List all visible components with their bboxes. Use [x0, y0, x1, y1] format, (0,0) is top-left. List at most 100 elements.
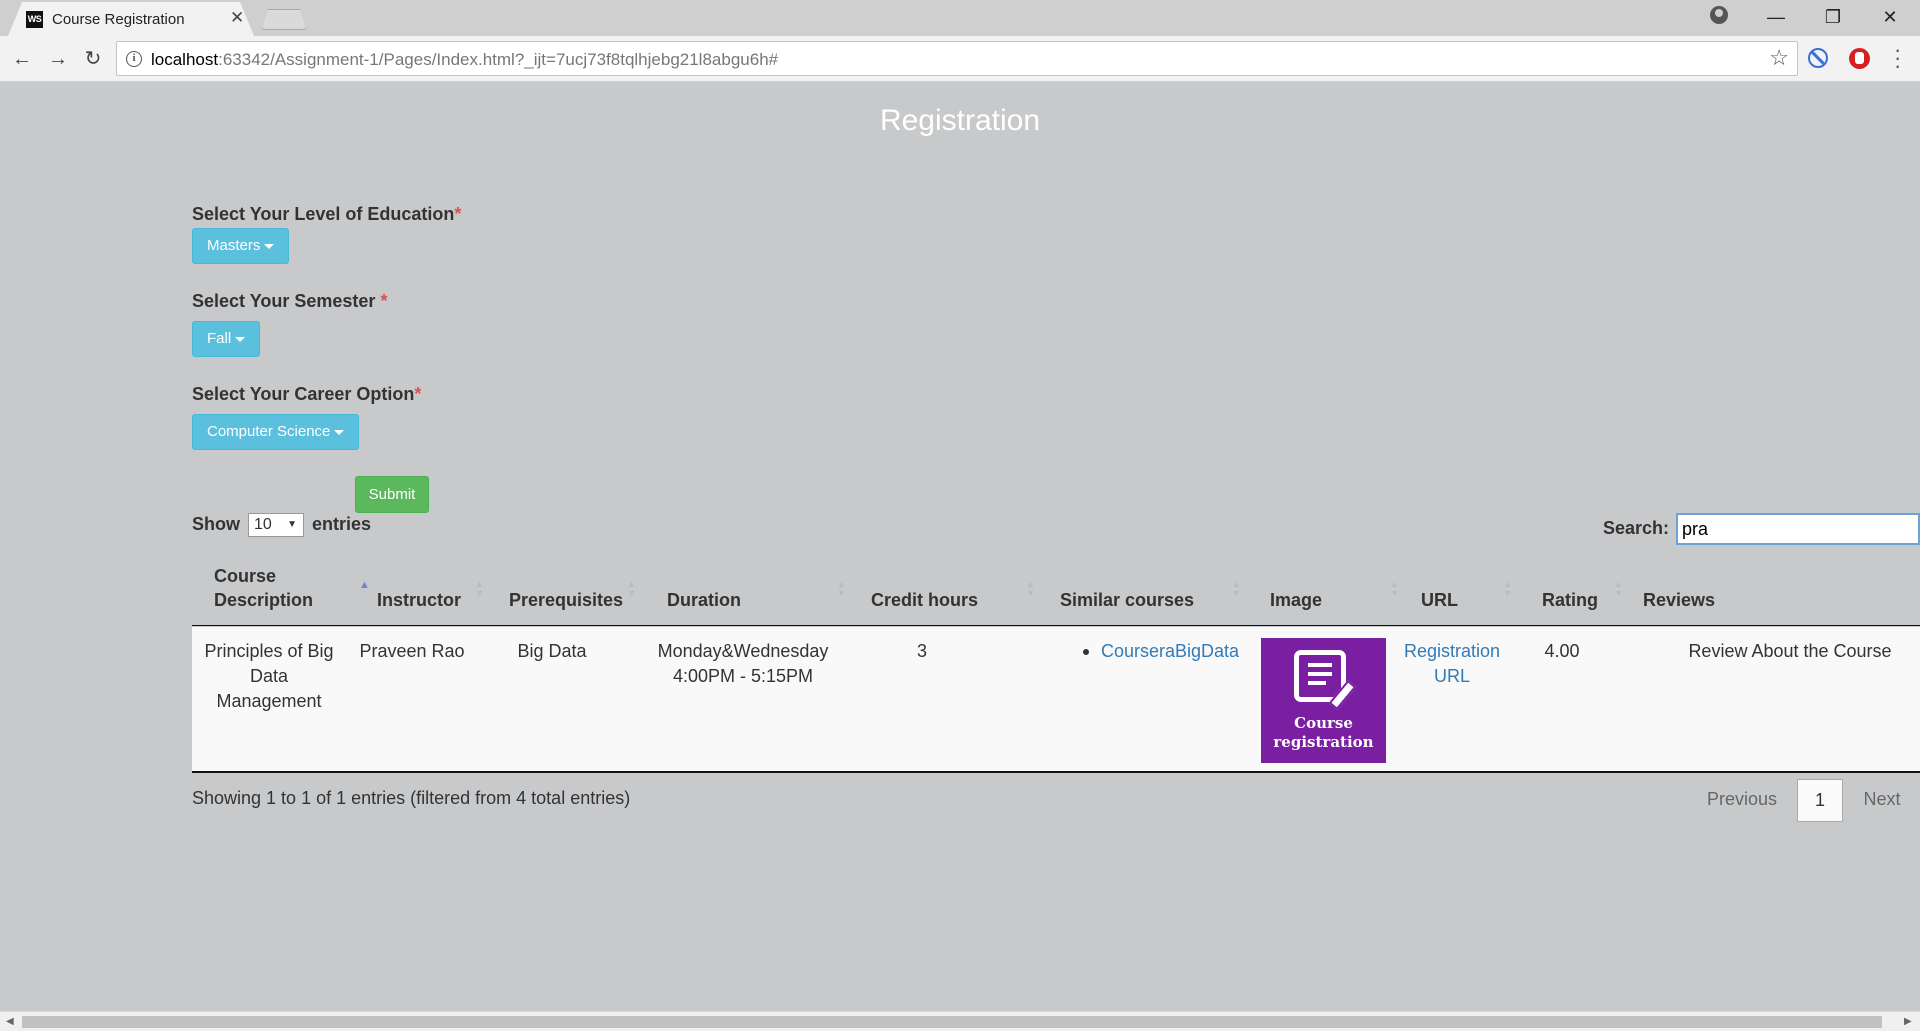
header-instructor-label: Instructor [377, 590, 462, 610]
semester-label-text: Select Your Semester [192, 291, 381, 311]
sort-icon: ▲ ▼ [1232, 579, 1241, 598]
caret-down-icon [264, 243, 275, 249]
header-instructor[interactable]: Instructor ▲ ▼ [377, 560, 487, 626]
red-extension-icon[interactable] [1849, 48, 1870, 69]
header-reviews-label: Reviews [1643, 590, 1716, 610]
education-dropdown-value: Masters [207, 237, 261, 254]
career-dropdown[interactable]: Computer Science [192, 414, 360, 450]
caret-down-icon [235, 336, 246, 342]
webstorm-favicon-icon: WS [26, 11, 43, 28]
header-course-description[interactable]: Course Description ▲ [214, 560, 370, 626]
career-dropdown-value: Computer Science [207, 423, 331, 440]
cell-credit-hours: 3 [916, 641, 927, 661]
url-text[interactable]: localhost:63342/Assignment-1/Pages/Index… [151, 50, 778, 70]
select-arrow-icon: ▼ [287, 519, 298, 530]
sort-icon: ▲ ▼ [475, 579, 484, 598]
browser-menu-icon[interactable]: · · · [1894, 39, 1901, 77]
table-row: Principles of Big Data Management Pravee… [192, 627, 1920, 773]
browser-toolbar: ← → ↻ i localhost:63342/Assignment-1/Pag… [0, 36, 1920, 82]
required-asterisk: * [414, 384, 422, 404]
profile-icon[interactable] [1710, 6, 1728, 24]
show-label: Show [192, 513, 240, 534]
entries-select-value: 10 [254, 516, 272, 533]
header-credit-hours[interactable]: Credit hours ▲ ▼ [871, 560, 1036, 626]
header-prerequisites-label: Prerequisites [509, 590, 624, 610]
restore-button[interactable]: ❐ [1813, 4, 1853, 30]
image-caption-registration: registration [1273, 733, 1374, 751]
browser-tab[interactable]: WS Course Registration ✕ [8, 2, 254, 36]
entries-label: entries [312, 513, 372, 534]
header-reviews[interactable]: Reviews [1643, 560, 1783, 626]
header-credit-hours-label: Credit hours [871, 590, 979, 610]
header-duration[interactable]: Duration ▲ ▼ [667, 560, 847, 626]
similar-course-link[interactable]: CourseraBigData [1101, 641, 1239, 661]
search-input[interactable]: pra [1676, 513, 1920, 545]
url-host: localhost [151, 50, 219, 69]
next-page-button[interactable]: Next [1856, 779, 1908, 822]
semester-dropdown-value: Fall [207, 330, 232, 347]
education-dropdown[interactable]: Masters [192, 228, 290, 264]
sort-asc-icon: ▲ [359, 579, 370, 591]
caret-down-icon [334, 429, 345, 435]
info-icon[interactable]: i [126, 51, 142, 67]
page-1-button[interactable]: 1 [1797, 779, 1843, 822]
header-image-label: Image [1270, 590, 1323, 610]
blocker-extension-icon[interactable] [1808, 48, 1828, 68]
address-bar[interactable]: i localhost:63342/Assignment-1/Pages/Ind… [116, 41, 1798, 76]
table-header-row: Course Description ▲ Instructor ▲ ▼ Prere… [192, 560, 1920, 626]
course-registration-image: Course registration [1261, 638, 1386, 763]
cell-reviews: Review About the Course [1688, 641, 1892, 661]
sort-icon: ▲ ▼ [1614, 579, 1623, 598]
semester-dropdown[interactable]: Fall [192, 321, 261, 357]
entries-length-control: Show 10 ▼ entries [192, 513, 371, 537]
header-url-label: URL [1421, 590, 1458, 610]
submit-button[interactable]: Submit [355, 476, 429, 513]
cell-similar-courses: CourseraBigData [1083, 639, 1263, 664]
cell-duration: Monday&Wednesday 4:00PM - 5:15PM [657, 641, 829, 686]
header-course-description-label: Course Description [214, 566, 314, 610]
cell-url: Registration URL [1400, 639, 1504, 689]
education-label: Select Your Level of Education* [192, 204, 461, 225]
career-label-text: Select Your Career Option [192, 384, 415, 404]
header-rating-label: Rating [1542, 590, 1598, 610]
bookmark-star-icon[interactable]: ☆ [1769, 46, 1789, 70]
header-prerequisites[interactable]: Prerequisites ▲ ▼ [509, 560, 636, 626]
header-url[interactable]: URL ▲ ▼ [1421, 560, 1521, 626]
image-caption-course: Course [1294, 714, 1353, 732]
back-arrow-icon[interactable]: ← [8, 45, 36, 73]
scroll-right-icon[interactable]: ▶ [1904, 1014, 1912, 1030]
close-window-button[interactable]: ✕ [1870, 4, 1910, 30]
scroll-left-icon[interactable]: ◀ [6, 1014, 14, 1030]
cell-instructor: Praveen Rao [359, 641, 465, 661]
sort-icon: ▲ ▼ [627, 579, 636, 598]
registration-url-link[interactable]: Registration URL [1404, 641, 1500, 686]
required-asterisk: * [380, 291, 388, 311]
horizontal-scrollbar[interactable]: ◀ ▶ [0, 1011, 1920, 1031]
search-label: Search: [1603, 518, 1670, 538]
header-similar-courses[interactable]: Similar courses ▲ ▼ [1060, 560, 1241, 626]
tab-close-icon[interactable]: ✕ [230, 9, 244, 26]
entries-select[interactable]: 10 ▼ [248, 513, 305, 537]
page-title: Registration [879, 104, 1041, 137]
previous-page-button[interactable]: Previous [1697, 779, 1787, 822]
cell-rating: 4.00 [1544, 641, 1580, 661]
sort-icon: ▲ ▼ [1390, 579, 1399, 598]
header-image[interactable]: Image ▲ ▼ [1270, 560, 1400, 626]
browser-tab-bar: WS Course Registration ✕ — ❐ ✕ [0, 0, 1920, 36]
sort-icon: ▲ ▼ [1503, 579, 1512, 598]
semester-label: Select Your Semester * [192, 291, 387, 312]
forward-arrow-icon[interactable]: → [44, 45, 72, 73]
sort-icon: ▲ ▼ [1026, 579, 1035, 598]
education-label-text: Select Your Level of Education [192, 204, 455, 224]
sort-icon: ▲ ▼ [837, 579, 846, 598]
tab-title: Course Registration [52, 11, 185, 28]
scrollbar-thumb[interactable] [22, 1016, 1882, 1028]
header-rating[interactable]: Rating ▲ ▼ [1542, 560, 1623, 626]
header-duration-label: Duration [667, 590, 741, 610]
table-info: Showing 1 to 1 of 1 entries (filtered fr… [192, 788, 631, 808]
new-tab-button[interactable] [262, 9, 306, 30]
minimize-button[interactable]: — [1756, 4, 1796, 30]
cell-course-description: Principles of Big Data Management [204, 641, 334, 711]
reload-icon[interactable]: ↻ [79, 45, 107, 73]
required-asterisk: * [454, 204, 462, 224]
